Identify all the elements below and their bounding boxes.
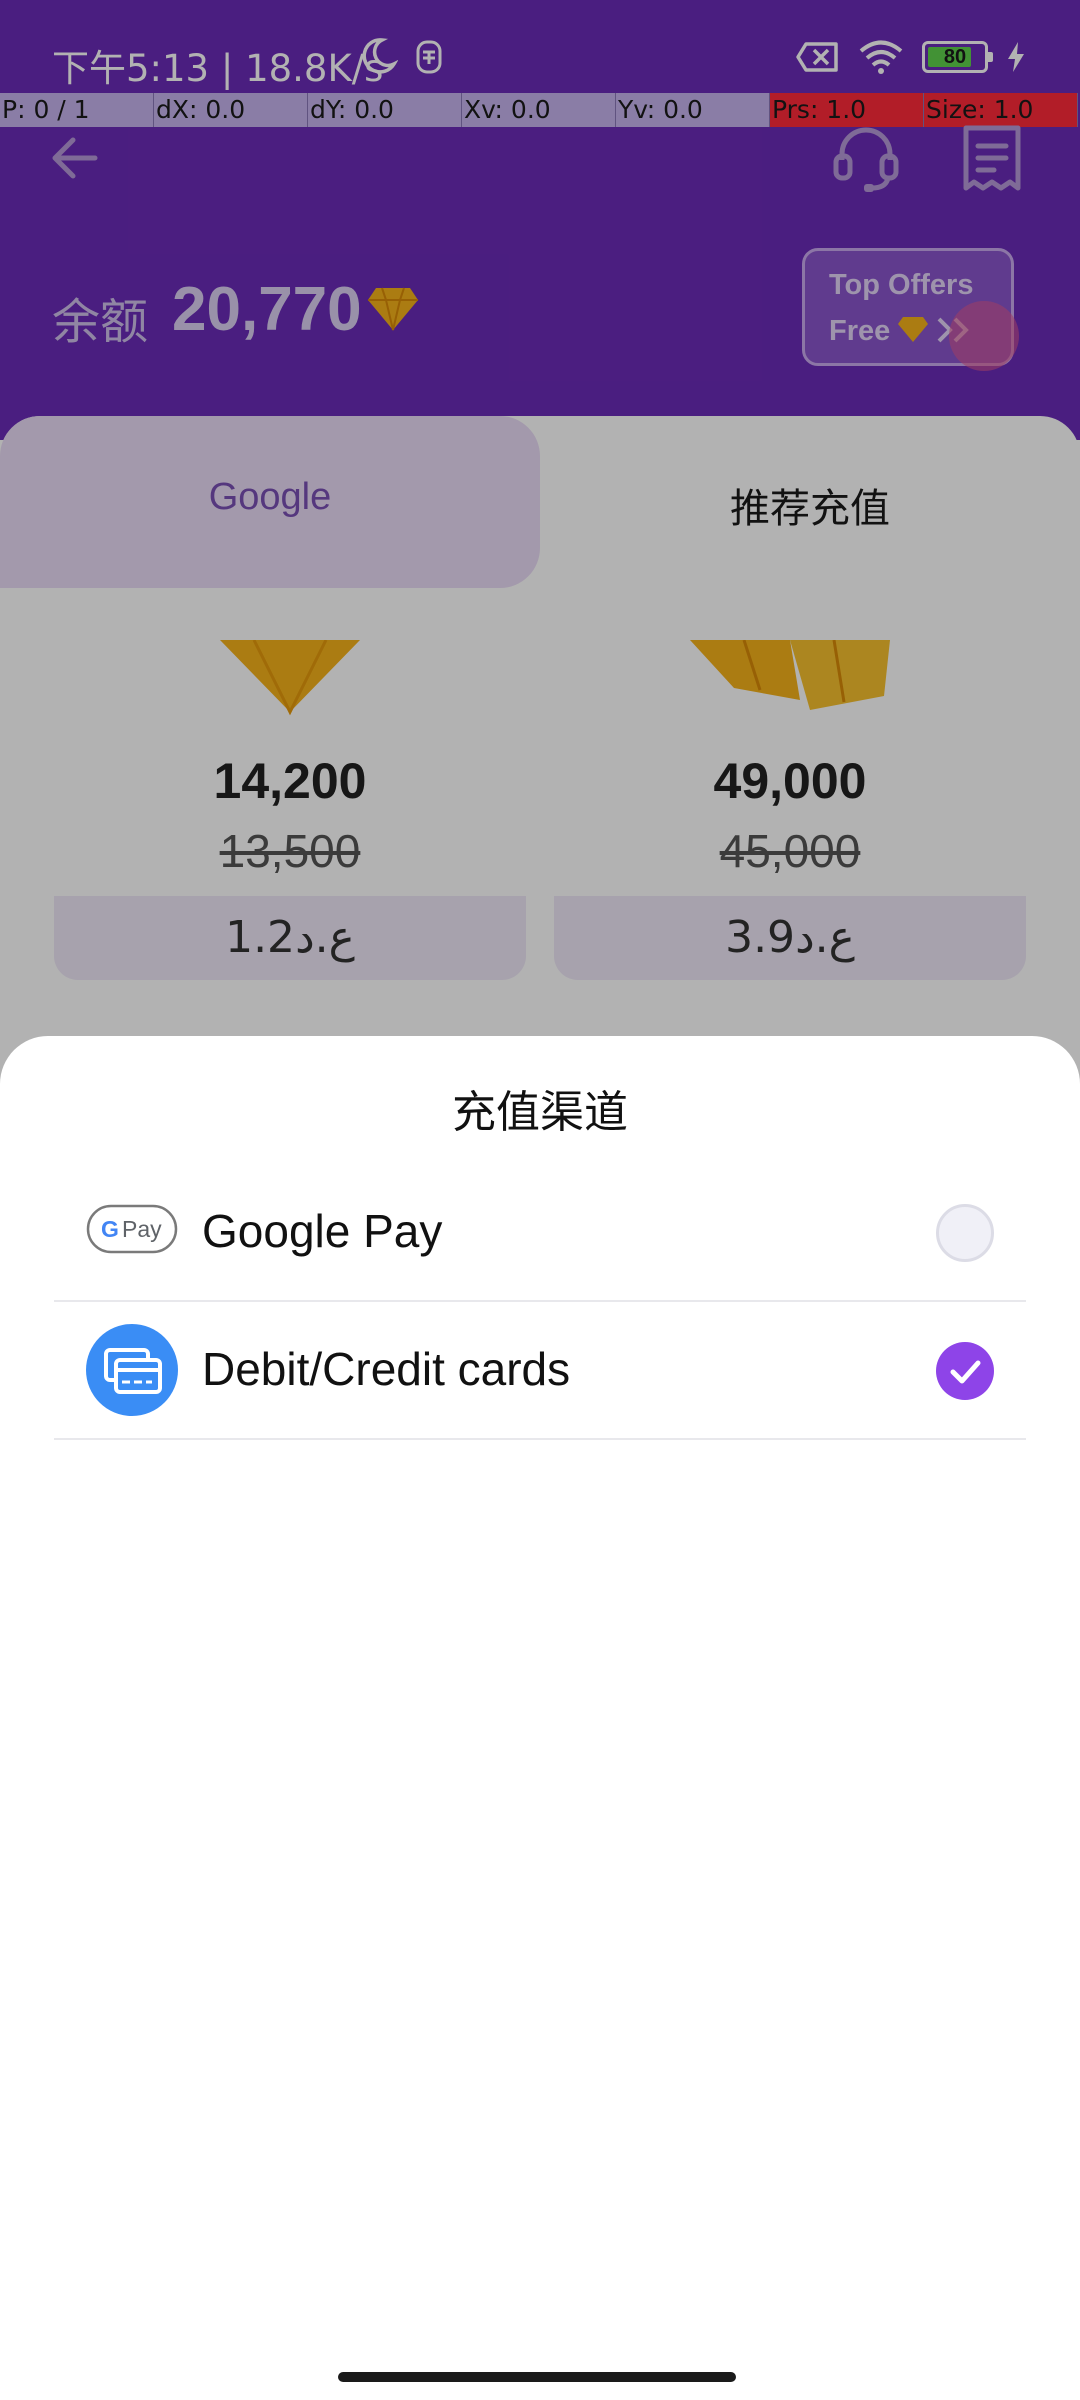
sheet-title: 充值渠道: [452, 1087, 628, 1138]
payment-option-label: Debit/Credit cards: [202, 1343, 571, 1395]
radio-selected[interactable]: [936, 1342, 994, 1400]
home-indicator[interactable]: [338, 2372, 736, 2382]
payment-option-label: Google Pay: [202, 1205, 443, 1257]
credit-card-icon: [86, 1324, 178, 1416]
payment-option-google-pay[interactable]: G Pay Google Pay: [54, 1164, 1026, 1302]
payment-channel-sheet: 充值渠道 G Pay Google Pay Debit/Credit cards: [0, 1036, 1080, 2400]
google-pay-logo-text: Pay: [122, 1216, 162, 1242]
svg-text:G: G: [101, 1216, 119, 1242]
payment-option-debit-credit-cards[interactable]: Debit/Credit cards: [54, 1302, 1026, 1440]
radio-unselected[interactable]: [936, 1204, 994, 1262]
google-pay-icon: G Pay: [86, 1204, 178, 1254]
checkmark-icon: [950, 1360, 981, 1384]
